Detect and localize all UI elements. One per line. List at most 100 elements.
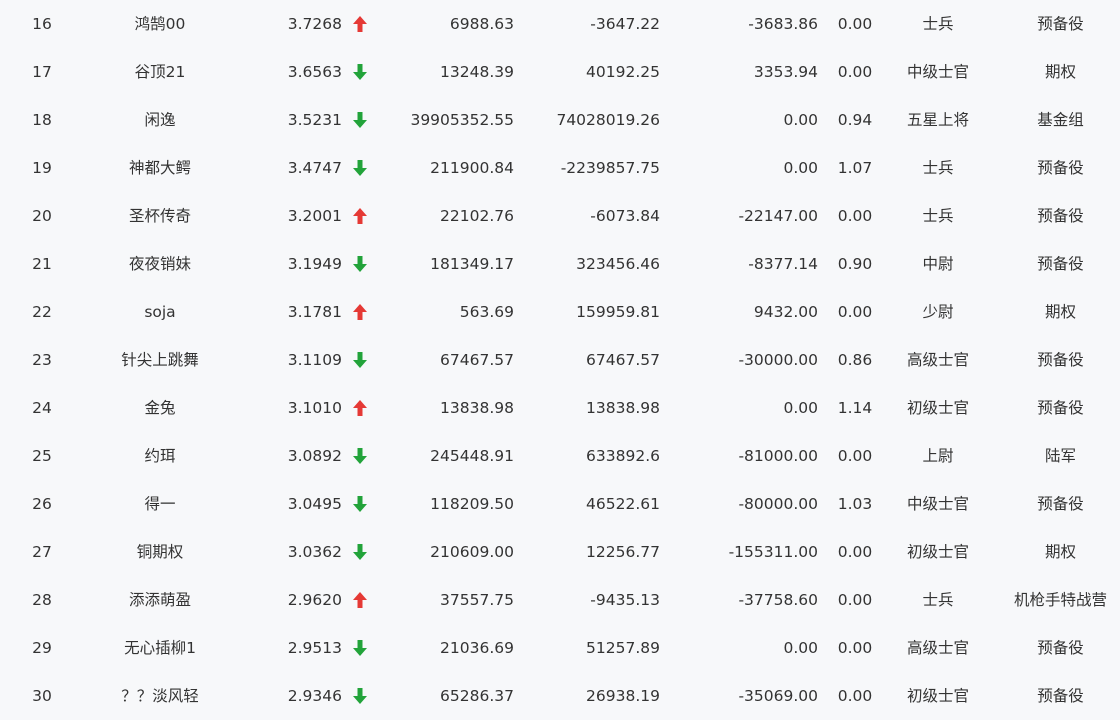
value-1-cell: 6988.63 (449, 15, 514, 33)
score-cell: 3.7268 (287, 15, 342, 33)
table-row[interactable]: 26 得一 3.0495 118209.50 46522.61 -80000.00 1.03… (0, 480, 1120, 528)
name-cell: 约珥 (144, 447, 176, 465)
ratio-cell: 0.00 (837, 207, 873, 225)
name-cell: 金兔 (144, 399, 176, 417)
value-2-cell: 13838.98 (586, 399, 660, 417)
rank-cell: 29 (32, 639, 52, 657)
value-3-cell: 0.00 (783, 159, 818, 177)
rank-title-cell: 高级士官 (906, 639, 969, 657)
table-row[interactable]: 28 添添萌盈 2.9620 37557.75 -9435.13 -37758.60 0.0… (0, 576, 1120, 624)
arrow-down-icon (351, 350, 369, 370)
value-2-cell: -3647.22 (590, 15, 660, 33)
rank-cell: 27 (32, 543, 52, 561)
rank-title-cell: 初级士官 (906, 399, 969, 417)
arrow-up-icon (351, 398, 369, 418)
score-cell: 3.0495 (287, 495, 342, 513)
arrow-down-icon (351, 62, 369, 82)
ratio-cell: 0.00 (837, 543, 873, 561)
team-cell: 基金组 (1037, 111, 1084, 129)
arrow-down-icon (351, 254, 369, 274)
value-2-cell: 159959.81 (576, 303, 660, 321)
rank-cell: 24 (32, 399, 52, 417)
name-cell: 无心插柳1 (124, 639, 196, 657)
value-2-cell: -9435.13 (590, 591, 660, 609)
rank-title-cell: 士兵 (922, 15, 954, 33)
rank-cell: 21 (32, 255, 52, 273)
table-row[interactable]: 20 圣杯传奇 3.2001 22102.76 -6073.84 -22147.00 0.0… (0, 192, 1120, 240)
name-cell: ？？淡风轻 (121, 687, 199, 705)
ratio-cell: 0.00 (837, 639, 873, 657)
name-cell: 闲逸 (144, 111, 176, 129)
arrow-down-icon (351, 110, 369, 130)
team-cell: 预备役 (1037, 495, 1084, 513)
value-3-cell: -155311.00 (728, 543, 818, 561)
table-row[interactable]: 23 针尖上跳舞 3.1109 67467.57 67467.57 -30000.00 0.… (0, 336, 1120, 384)
score-cell: 3.4747 (287, 159, 342, 177)
name-cell: 得一 (144, 495, 176, 513)
team-cell: 预备役 (1037, 351, 1084, 369)
table-row[interactable]: 27 铜期权 3.0362 210609.00 12256.77 -155311.00 0.… (0, 528, 1120, 576)
table-row[interactable]: 18 闲逸 3.5231 39905352.55 74028019.26 0.00 0.94… (0, 96, 1120, 144)
value-1-cell: 245448.91 (430, 447, 514, 465)
table-row[interactable]: 22 soja 3.1781 563.69 159959.81 9432.00 0.00 少尉… (0, 288, 1120, 336)
value-1-cell: 65286.37 (440, 687, 514, 705)
value-2-cell: 323456.46 (576, 255, 660, 273)
ratio-cell: 1.14 (837, 399, 873, 417)
score-cell: 2.9346 (287, 687, 342, 705)
team-cell: 预备役 (1037, 639, 1084, 657)
rank-title-cell: 五星上将 (906, 111, 969, 129)
value-3-cell: -35069.00 (738, 687, 818, 705)
ratio-cell: 0.90 (837, 255, 873, 273)
value-3-cell: 0.00 (783, 399, 818, 417)
score-cell: 3.1109 (287, 351, 342, 369)
value-2-cell: 40192.25 (586, 63, 660, 81)
ratio-cell: 0.00 (837, 63, 873, 81)
table-row[interactable]: 16 鸿鹄00 3.7268 6988.63 -3647.22 -3683.86 0.00 士… (0, 0, 1120, 48)
value-1-cell: 210609.00 (430, 543, 514, 561)
value-2-cell: 74028019.26 (556, 111, 660, 129)
value-1-cell: 39905352.55 (410, 111, 514, 129)
ratio-cell: 1.07 (837, 159, 873, 177)
value-1-cell: 21036.69 (440, 639, 514, 657)
score-cell: 3.1949 (287, 255, 342, 273)
name-cell: soja (144, 303, 176, 321)
rank-title-cell: 中级士官 (906, 63, 969, 81)
team-cell: 预备役 (1037, 159, 1084, 177)
rank-cell: 17 (32, 63, 52, 81)
rank-title-cell: 高级士官 (906, 351, 969, 369)
score-cell: 3.6563 (287, 63, 342, 81)
arrow-down-icon (351, 686, 369, 706)
rank-title-cell: 初级士官 (906, 543, 969, 561)
table-row[interactable]: 25 约珥 3.0892 245448.91 633892.6 -81000.00 0.00… (0, 432, 1120, 480)
team-cell: 预备役 (1037, 399, 1084, 417)
ratio-cell: 0.86 (837, 351, 873, 369)
value-1-cell: 118209.50 (430, 495, 514, 513)
value-2-cell: 12256.77 (586, 543, 660, 561)
table-row[interactable]: 24 金兔 3.1010 13838.98 13838.98 0.00 1.14 初级士官 预备… (0, 384, 1120, 432)
table-row[interactable]: 19 神都大鳄 3.4747 211900.84 -2239857.75 0.00 1.07… (0, 144, 1120, 192)
value-3-cell: -3683.86 (748, 15, 818, 33)
rank-title-cell: 士兵 (922, 159, 954, 177)
team-cell: 预备役 (1037, 207, 1084, 225)
table-row[interactable]: 29 无心插柳1 2.9513 21036.69 51257.89 0.00 0.00 高级士… (0, 624, 1120, 672)
rank-cell: 19 (32, 159, 52, 177)
value-2-cell: 51257.89 (586, 639, 660, 657)
value-3-cell: -81000.00 (738, 447, 818, 465)
value-3-cell: -37758.60 (738, 591, 818, 609)
table-row[interactable]: 21 夜夜销妹 3.1949 181349.17 323456.46 -8377.14 0.… (0, 240, 1120, 288)
name-cell: 鸿鹄00 (134, 15, 186, 33)
rank-title-cell: 少尉 (922, 303, 954, 321)
name-cell: 添添萌盈 (128, 591, 191, 609)
arrow-up-icon (351, 14, 369, 34)
ratio-cell: 0.00 (837, 303, 873, 321)
rank-cell: 18 (32, 111, 52, 129)
score-cell: 3.2001 (287, 207, 342, 225)
rank-cell: 22 (32, 303, 52, 321)
name-cell: 谷顶21 (134, 63, 186, 81)
value-3-cell: 0.00 (783, 111, 818, 129)
rank-cell: 30 (32, 687, 52, 705)
rank-title-cell: 中尉 (922, 255, 954, 273)
table-row[interactable]: 17 谷顶21 3.6563 13248.39 40192.25 3353.94 0.00 中… (0, 48, 1120, 96)
value-2-cell: 46522.61 (586, 495, 660, 513)
value-3-cell: 0.00 (783, 639, 818, 657)
